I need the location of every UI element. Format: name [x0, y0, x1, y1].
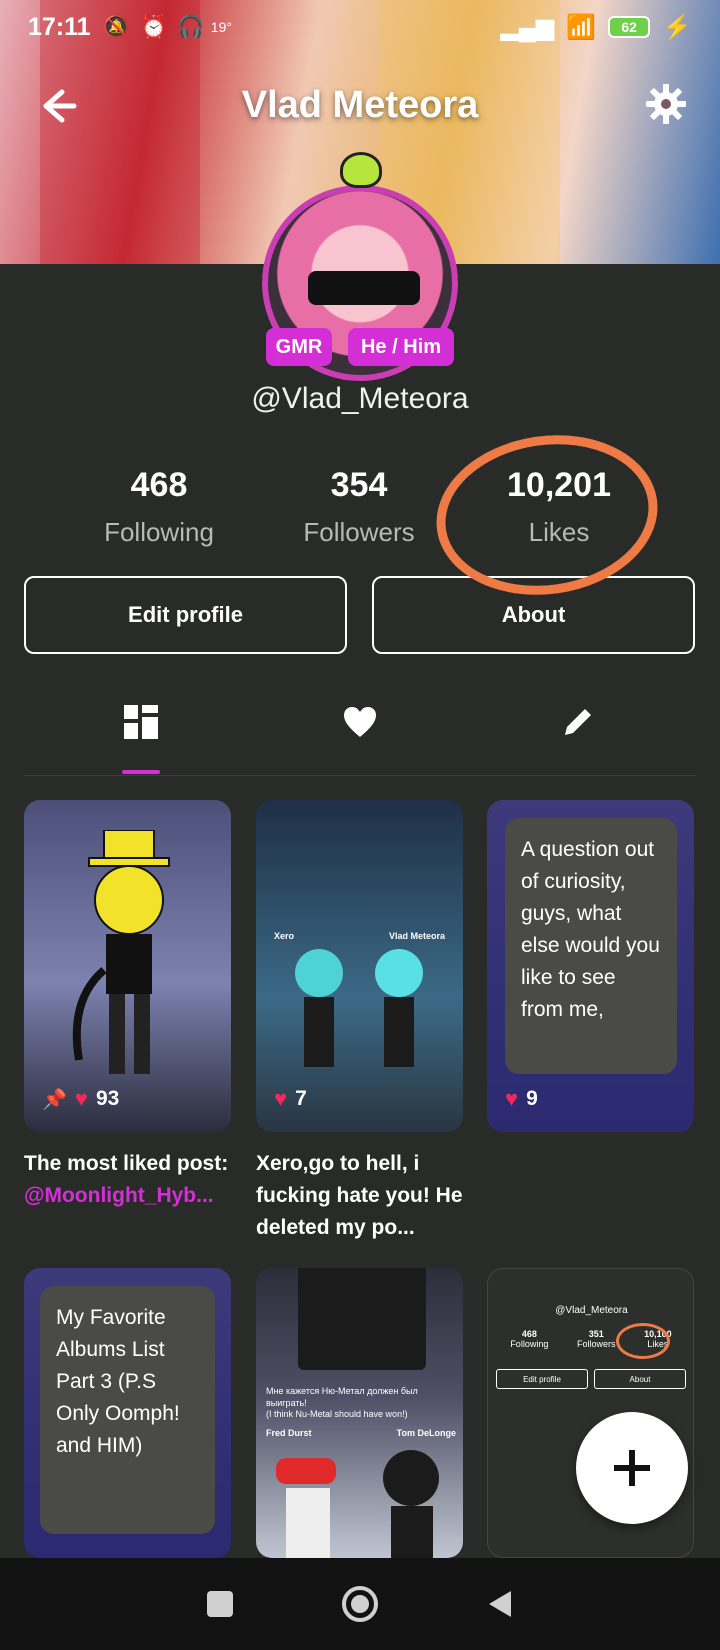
active-tab-indicator	[122, 770, 160, 774]
headphones-icon: 🎧	[177, 14, 205, 39]
wifi-icon: 📶	[566, 13, 597, 41]
caption-text: The most liked post:	[24, 1152, 229, 1175]
post-thumbnail	[72, 830, 170, 1074]
status-temperature: 19°	[210, 19, 232, 35]
settings-button[interactable]	[644, 82, 688, 126]
post-likes: ♥ 7	[274, 1086, 307, 1112]
art-caption-en: (I think Nu-Metal should have won!)	[266, 1409, 408, 1420]
mini-stat-label: Following	[510, 1339, 549, 1349]
tab-posts[interactable]	[119, 700, 163, 744]
following-count: 468	[130, 466, 188, 504]
following-stat[interactable]: 468 Following	[59, 466, 259, 548]
edit-profile-button[interactable]: Edit profile	[24, 576, 347, 654]
post-thumbnail: Xero Vlad Meteora	[256, 860, 463, 1106]
avatar-art	[308, 271, 420, 305]
character-name: Vlad Meteora	[388, 931, 445, 941]
following-label: Following	[104, 517, 214, 547]
tab-divider	[24, 775, 696, 776]
art-name: Tom DeLonge	[396, 1428, 456, 1438]
like-count: 93	[95, 1087, 120, 1110]
mini-username: @Vlad_Meteora	[555, 1305, 628, 1316]
mention-link[interactable]: @Moonlight_Hyb...	[24, 1184, 214, 1207]
gmr-badge: GMR	[266, 328, 332, 366]
like-count: 9	[526, 1087, 538, 1110]
arrow-left-icon	[43, 89, 77, 123]
heart-icon: ♥	[505, 1086, 519, 1111]
mini-circle-annotation	[616, 1323, 670, 1359]
mini-stat: 468 Following	[510, 1329, 548, 1349]
post-card[interactable]: Xero Vlad Meteora ♥ 7	[256, 800, 463, 1132]
pronouns-badge: He / Him	[348, 328, 454, 366]
text-fade	[505, 1014, 677, 1074]
create-post-button[interactable]	[576, 1412, 688, 1524]
tab-drafts[interactable]	[556, 700, 600, 744]
character-name: Xero	[274, 931, 295, 941]
art-caption-ru: Мне кажется Ню-Метал должен был выиграть…	[266, 1386, 418, 1408]
post-caption[interactable]: The most liked post: @Moonlight_Hyb...	[24, 1148, 239, 1212]
square-icon	[207, 1591, 233, 1617]
alarm-icon: ⏰	[139, 14, 168, 39]
page-title: Vlad Meteora	[241, 83, 479, 126]
mini-about-button: About	[594, 1369, 686, 1389]
art-name: Fred Durst	[266, 1428, 312, 1438]
mini-edit-button: Edit profile	[496, 1369, 588, 1389]
text-post: A question out of curiosity, guys, what …	[505, 818, 677, 1074]
mini-buttons: Edit profile About	[496, 1369, 686, 1389]
home-button[interactable]	[338, 1582, 382, 1626]
pencil-icon	[565, 709, 591, 735]
post-card[interactable]: 📌 ♥ 93	[24, 800, 231, 1132]
art-names: Fred Durst Tom DeLonge	[266, 1428, 456, 1438]
post-text: My Favorite Albums List Part 3 (P.S Only…	[56, 1306, 180, 1457]
mini-stat-value: 351	[588, 1329, 604, 1339]
profile-username: @Vlad_Meteora	[251, 382, 469, 415]
heart-icon: ♥	[274, 1086, 288, 1111]
post-card[interactable]: Мне кажется Ню-Метал должен был выиграть…	[256, 1268, 463, 1558]
followers-label: Followers	[303, 517, 415, 547]
mini-stat-value: 468	[521, 1329, 537, 1339]
post-text: A question out of curiosity, guys, what …	[521, 838, 660, 1021]
back-button[interactable]	[34, 84, 78, 128]
charging-icon: ⚡	[662, 13, 692, 41]
status-time: 17:11	[28, 12, 91, 41]
mini-stat: 351 Followers	[577, 1329, 616, 1349]
status-icons: 🔕 ⏰ 🎧	[103, 14, 205, 40]
followers-stat[interactable]: 354 Followers	[259, 466, 459, 548]
system-nav-bar	[0, 1558, 720, 1650]
home-circle-icon	[342, 1586, 378, 1622]
heart-icon: ♥	[74, 1086, 88, 1111]
like-count: 7	[295, 1087, 307, 1110]
status-right: ▂▄▆ 📶 62 ⚡	[500, 13, 692, 42]
mute-icon: 🔕	[102, 14, 130, 39]
top-bar: Vlad Meteora	[0, 72, 720, 138]
frog-icon	[340, 152, 382, 188]
recent-apps-button[interactable]	[198, 1582, 242, 1626]
post-thumbnail	[298, 1268, 426, 1370]
post-art	[295, 948, 423, 1067]
post-likes: 📌 ♥ 93	[42, 1086, 119, 1112]
plus-icon	[614, 1450, 650, 1486]
post-art-text: Мне кажется Ню-Метал должен был выиграть…	[266, 1386, 456, 1421]
back-nav-button[interactable]	[478, 1582, 522, 1626]
post-card[interactable]: A question out of curiosity, guys, what …	[487, 800, 694, 1132]
grid-icon	[124, 705, 158, 739]
post-card[interactable]: My Favorite Albums List Part 3 (P.S Only…	[24, 1268, 231, 1558]
status-bar: 17:11 🔕 ⏰ 🎧 19° ▂▄▆ 📶 62 ⚡	[0, 0, 720, 54]
post-art	[276, 1450, 439, 1558]
tab-liked[interactable]	[338, 700, 382, 744]
battery-indicator: 62	[608, 16, 651, 38]
signal-icon: ▂▄▆	[500, 13, 555, 41]
triangle-back-icon	[489, 1591, 511, 1617]
heart-icon	[344, 707, 376, 737]
pin-icon: 📌	[42, 1088, 67, 1111]
followers-count: 354	[330, 466, 388, 504]
post-caption[interactable]: Xero,go to hell, i fucking hate you! He …	[256, 1148, 471, 1244]
mini-stat-label: Followers	[576, 1339, 616, 1349]
gear-icon	[646, 84, 686, 124]
post-likes: ♥ 9	[505, 1086, 538, 1112]
text-post: My Favorite Albums List Part 3 (P.S Only…	[40, 1286, 215, 1534]
